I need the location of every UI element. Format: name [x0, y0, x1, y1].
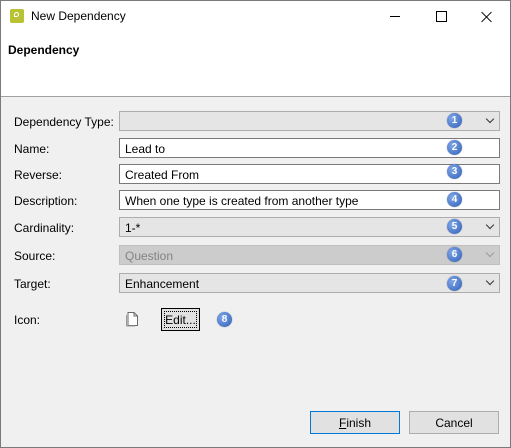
cardinality-select[interactable]: 1-* — [119, 217, 500, 237]
target-select[interactable]: Enhancement — [119, 273, 500, 293]
finish-mnemonic: F — [338, 415, 347, 430]
callout-badge-5: 5 — [447, 219, 462, 234]
window-title: New Dependency — [31, 9, 126, 23]
callout-badge-1: 1 — [447, 113, 462, 128]
target-label: Target: — [14, 277, 51, 291]
cancel-button[interactable]: Cancel — [409, 411, 499, 434]
dialog-header: Dependency — [1, 32, 510, 97]
dependency-type-select[interactable] — [119, 111, 500, 131]
name-label: Name: — [14, 142, 50, 156]
reverse-value: Created From — [125, 168, 200, 182]
chevron-down-icon[interactable] — [484, 277, 496, 289]
callout-badge-4: 4 — [447, 192, 462, 207]
chevron-down-icon[interactable] — [484, 221, 496, 233]
reverse-label: Reverse: — [14, 168, 63, 182]
callout-badge-2: 2 — [447, 140, 462, 155]
source-select: Question — [119, 245, 500, 265]
callout-badge-3: 3 — [447, 164, 462, 179]
minimize-icon — [390, 16, 400, 17]
maximize-icon — [435, 11, 447, 22]
icon-edit-button[interactable]: Edit... — [161, 308, 200, 331]
name-input[interactable]: Lead to — [119, 138, 500, 158]
cardinality-label: Cardinality: — [14, 221, 75, 235]
app-icon — [10, 9, 24, 23]
title-bar: New Dependency — [1, 1, 510, 32]
description-input[interactable]: When one type is created from another ty… — [119, 190, 500, 210]
chevron-down-icon[interactable] — [484, 115, 496, 127]
close-button[interactable] — [464, 1, 510, 32]
document-icon — [126, 312, 138, 327]
name-value: Lead to — [125, 142, 166, 156]
maximize-button[interactable] — [418, 1, 464, 32]
callout-badge-7: 7 — [447, 276, 462, 291]
chevron-down-icon — [484, 249, 496, 261]
close-icon — [481, 11, 493, 23]
icon-label: Icon: — [14, 313, 41, 327]
description-value: When one type is created from another ty… — [125, 194, 359, 208]
description-label: Description: — [14, 194, 78, 208]
callout-badge-8: 8 — [217, 312, 232, 327]
minimize-button[interactable] — [372, 1, 418, 32]
cardinality-value: 1-* — [125, 221, 141, 235]
source-value: Question — [125, 249, 174, 263]
page-title: Dependency — [8, 43, 80, 57]
new-dependency-dialog: New Dependency Dependency Dependency Typ… — [0, 0, 511, 448]
dependency-type-label: Dependency Type: — [14, 115, 114, 129]
callout-badge-6: 6 — [447, 247, 462, 262]
target-value: Enhancement — [125, 277, 200, 291]
source-label: Source: — [14, 249, 56, 263]
finish-label: inish — [346, 415, 372, 430]
reverse-input[interactable]: Created From — [119, 164, 500, 184]
finish-button[interactable]: Finish — [310, 411, 400, 434]
